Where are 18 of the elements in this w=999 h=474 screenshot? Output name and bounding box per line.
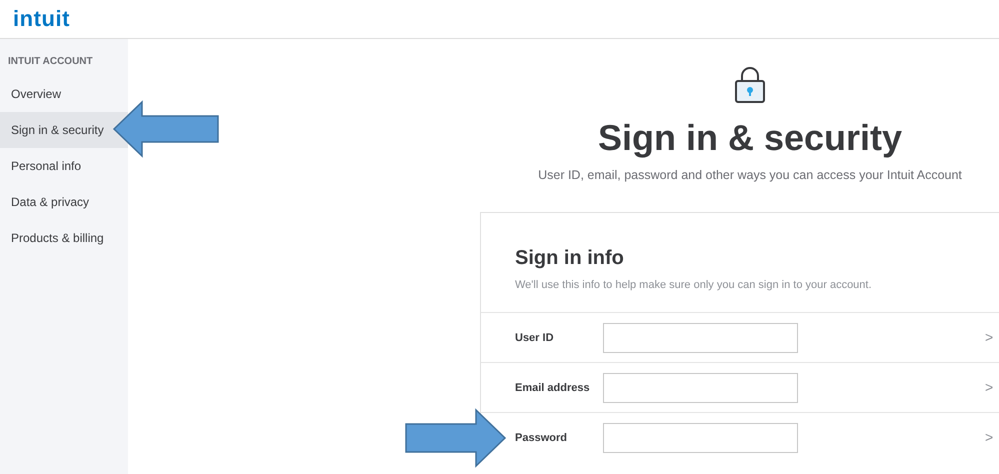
page-title: Sign in & security bbox=[598, 116, 902, 160]
field-label: User ID bbox=[515, 330, 555, 346]
sidebar-item[interactable]: Personal info bbox=[0, 148, 128, 184]
field-label: Password bbox=[515, 430, 568, 446]
input-field[interactable] bbox=[603, 422, 798, 453]
input-field[interactable] bbox=[603, 372, 798, 403]
sidebar-item[interactable]: Products & billing bbox=[0, 220, 128, 256]
field-label: Email address bbox=[515, 380, 591, 396]
sidebar-item[interactable]: Overview bbox=[0, 76, 128, 112]
sidebar-item[interactable]: Data & privacy bbox=[0, 184, 128, 220]
card-title: Sign in info bbox=[515, 246, 625, 271]
sidebar-heading: INTUIT ACCOUNT bbox=[7, 55, 94, 69]
logo[interactable]: intuit bbox=[13, 8, 70, 30]
sidebar-item[interactable]: Sign in & security bbox=[0, 112, 128, 148]
lock-icon bbox=[734, 66, 766, 103]
input-field[interactable] bbox=[603, 322, 798, 353]
page-subtitle: User ID, email, password and other ways you can access your Intuit Account bbox=[538, 167, 962, 184]
card-description: We'll use this info to help make sure only you can sign in to your account. bbox=[515, 278, 873, 293]
